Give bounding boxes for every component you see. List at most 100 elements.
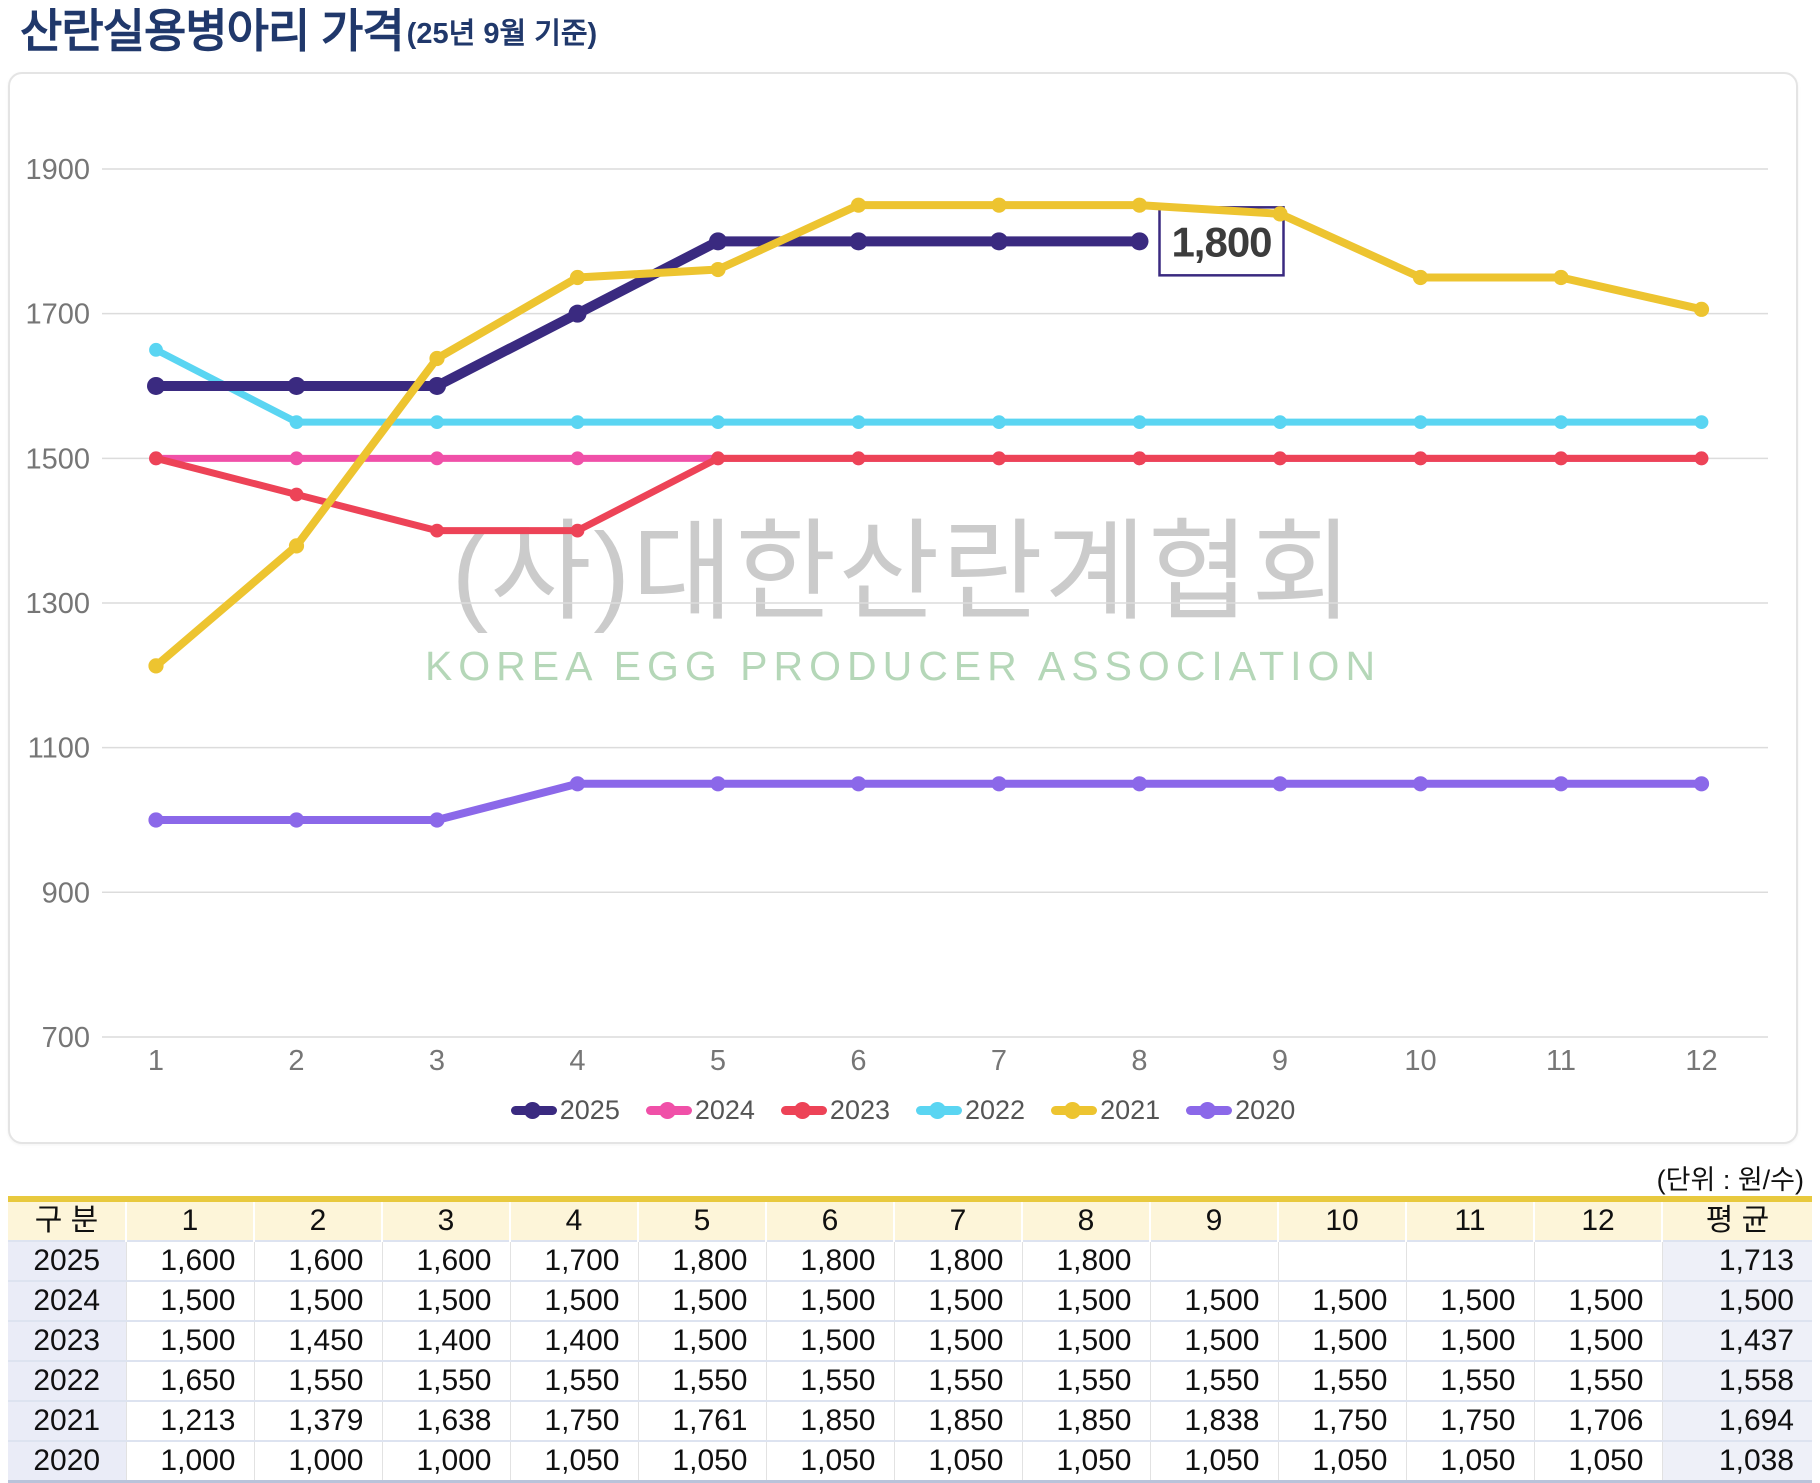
x-tick-2: 2	[288, 1045, 304, 1077]
table-cell-2021-8: 1,850	[1022, 1401, 1150, 1441]
data-label-text: 1,800	[1171, 218, 1271, 265]
table-cell-2025-9	[1150, 1241, 1278, 1281]
point-2025-5	[709, 232, 727, 250]
point-2024-3	[430, 451, 444, 465]
point-2022-8	[1133, 415, 1147, 429]
table-cell-2021-10: 1,750	[1278, 1401, 1406, 1441]
table-cell-2025-7: 1,800	[894, 1241, 1022, 1281]
x-tick-9: 9	[1272, 1045, 1288, 1077]
table-cell-2023-1: 1,500	[126, 1321, 254, 1361]
legend-dot-icon	[929, 1102, 946, 1119]
table-cell-2024-9: 1,500	[1150, 1281, 1278, 1321]
point-2025-8	[1131, 232, 1149, 250]
table-cell-2023-6: 1,500	[766, 1321, 894, 1361]
legend-label: 2020	[1235, 1095, 1295, 1126]
y-tick-1700: 1700	[25, 299, 90, 331]
table-cell-2021-12: 1,706	[1534, 1401, 1662, 1441]
unit-label: (단위 : 원/수)	[1657, 1158, 1804, 1197]
legend-marker-icon	[916, 1106, 962, 1115]
table-cell-2020-7: 1,050	[894, 1441, 1022, 1482]
table-cell-2021-7: 1,850	[894, 1401, 1022, 1441]
x-tick-12: 12	[1685, 1045, 1717, 1077]
table-cell-2024-2: 1,500	[254, 1281, 382, 1321]
point-2023-9	[1273, 451, 1287, 465]
point-2023-6	[852, 451, 866, 465]
point-2020-2	[289, 812, 304, 827]
table-header-average: 평 균	[1662, 1199, 1812, 1241]
table-cell-2024-4: 1,500	[510, 1281, 638, 1321]
point-2022-9	[1273, 415, 1287, 429]
table-cell-2020-4: 1,050	[510, 1441, 638, 1482]
point-2025-2	[288, 377, 306, 395]
table-cell-2022-2: 1,550	[254, 1361, 382, 1401]
table-year-cell: 2024	[8, 1281, 126, 1321]
table-average-cell: 1,437	[1662, 1321, 1812, 1361]
price-table: 구 분123456789101112평 균 20251,6001,6001,60…	[8, 1196, 1812, 1483]
table-cell-2025-3: 1,600	[382, 1241, 510, 1281]
table-year-cell: 2025	[8, 1241, 126, 1281]
x-tick-8: 8	[1131, 1045, 1147, 1077]
point-2024-2	[290, 451, 304, 465]
table-cell-2021-5: 1,761	[638, 1401, 766, 1441]
x-tick-11: 11	[1546, 1045, 1576, 1077]
point-2021-10	[1413, 270, 1428, 285]
table-cell-2024-1: 1,500	[126, 1281, 254, 1321]
point-2020-12	[1694, 776, 1709, 791]
point-2021-9	[1272, 206, 1287, 221]
table-cell-2023-11: 1,500	[1406, 1321, 1534, 1361]
page-title: 산란실용병아리 가격 (25년 9월 기준)	[20, 6, 597, 57]
point-2023-3	[430, 524, 444, 538]
legend-item-2020: 2020	[1186, 1095, 1295, 1126]
legend-dot-icon	[524, 1102, 541, 1119]
table-cell-2024-6: 1,500	[766, 1281, 894, 1321]
y-tick-1300: 1300	[25, 588, 90, 620]
table-header-month-8: 8	[1022, 1199, 1150, 1241]
point-2020-4	[570, 776, 585, 791]
table-cell-2024-7: 1,500	[894, 1281, 1022, 1321]
point-2023-10	[1414, 451, 1428, 465]
table-header-month-10: 10	[1278, 1199, 1406, 1241]
table-cell-2022-11: 1,550	[1406, 1361, 1534, 1401]
table-cell-2024-11: 1,500	[1406, 1281, 1534, 1321]
point-2021-3	[429, 351, 444, 366]
table-header-month-2: 2	[254, 1199, 382, 1241]
point-2020-11	[1553, 776, 1568, 791]
table-cell-2022-9: 1,550	[1150, 1361, 1278, 1401]
table-cell-2023-7: 1,500	[894, 1321, 1022, 1361]
point-2023-4	[571, 524, 585, 538]
table-cell-2025-2: 1,600	[254, 1241, 382, 1281]
line-2020	[156, 784, 1702, 820]
point-2020-6	[851, 776, 866, 791]
point-2025-7	[990, 232, 1008, 250]
legend-dot-icon	[659, 1102, 676, 1119]
table-cell-2021-9: 1,838	[1150, 1401, 1278, 1441]
table-row-2025: 20251,6001,6001,6001,7001,8001,8001,8001…	[8, 1241, 1812, 1281]
point-2020-7	[991, 776, 1006, 791]
point-2021-1	[148, 658, 163, 673]
table-header-month-7: 7	[894, 1199, 1022, 1241]
table-header-month-5: 5	[638, 1199, 766, 1241]
table-cell-2022-4: 1,550	[510, 1361, 638, 1401]
point-2021-8	[1132, 198, 1147, 213]
table-cell-2020-10: 1,050	[1278, 1441, 1406, 1482]
legend-marker-icon	[1051, 1106, 1097, 1115]
table-header-month-9: 9	[1150, 1199, 1278, 1241]
table-cell-2023-2: 1,450	[254, 1321, 382, 1361]
table-cell-2025-1: 1,600	[126, 1241, 254, 1281]
price-table-body: 20251,6001,6001,6001,7001,8001,8001,8001…	[8, 1241, 1812, 1482]
legend-label: 2022	[965, 1095, 1025, 1126]
table-header-row: 구 분123456789101112평 균	[8, 1199, 1812, 1241]
table-header-month-11: 11	[1406, 1199, 1534, 1241]
page-title-suffix: (25년 9월 기준)	[407, 10, 598, 57]
table-cell-2023-8: 1,500	[1022, 1321, 1150, 1361]
table-cell-2025-12	[1534, 1241, 1662, 1281]
legend-marker-icon	[511, 1106, 557, 1115]
legend-item-2024: 2024	[646, 1095, 755, 1126]
table-cell-2023-9: 1,500	[1150, 1321, 1278, 1361]
table-cell-2025-10	[1278, 1241, 1406, 1281]
point-2022-2	[290, 415, 304, 429]
table-cell-2023-10: 1,500	[1278, 1321, 1406, 1361]
table-cell-2020-5: 1,050	[638, 1441, 766, 1482]
legend-label: 2023	[830, 1095, 890, 1126]
table-cell-2020-12: 1,050	[1534, 1441, 1662, 1482]
